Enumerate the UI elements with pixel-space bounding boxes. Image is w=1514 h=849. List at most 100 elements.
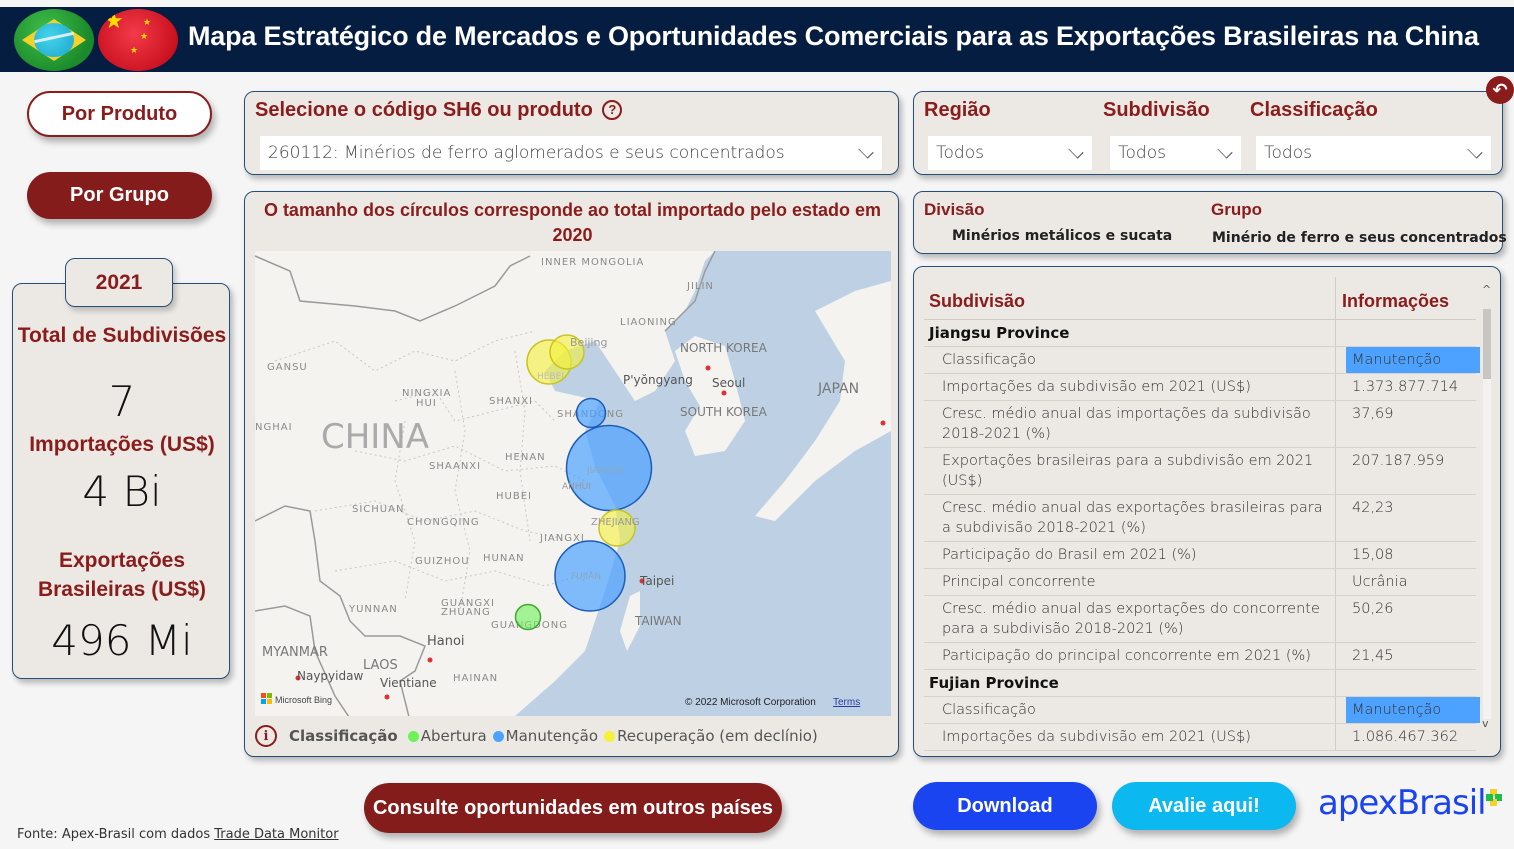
classificacao-dropdown[interactable]: Todos: [1256, 136, 1491, 170]
map-label: HUNAN: [483, 553, 525, 564]
importacoes-label: Importações (US$): [29, 433, 215, 456]
bubble-map[interactable]: INNER MONGOLIA JILIN LIAONING GANSU NING…: [255, 251, 891, 716]
map-label: INNER MONGOLIA: [541, 257, 644, 268]
table-group-row[interactable]: Fujian Province: [924, 670, 1476, 697]
map-label: GANSU: [267, 362, 308, 373]
seoul-dot: [721, 390, 727, 396]
row-value: [1346, 320, 1480, 346]
table-row[interactable]: Exportações brasileiras para a subdivisã…: [924, 448, 1476, 495]
map-label: JILIN: [686, 281, 714, 292]
table-body: Jiangsu Province Classificação Manutenção I…: [924, 320, 1480, 756]
bubble-zhejiang[interactable]: [598, 509, 636, 547]
legend-item-recuperacao: Recuperação (em declínio): [604, 727, 818, 745]
map-label: JIANGSU: [586, 466, 624, 476]
table-row[interactable]: Cresc. médio anual das importações da su…: [924, 401, 1476, 448]
product-dropdown[interactable]: 260112: Minérios de ferro aglomerados e …: [260, 136, 882, 170]
column-header-subdivisao[interactable]: Subdivisão: [929, 291, 1025, 312]
map-label: HEBEI: [537, 372, 564, 382]
exportacoes-value: 496 Mi: [51, 616, 193, 665]
row-label: Cresc. médio anual das exportações brasi…: [942, 500, 1323, 536]
brazil-flag-icon: [14, 9, 94, 71]
row-value: Ucrânia: [1352, 574, 1408, 590]
map-label: LAOS: [363, 658, 398, 673]
map-label: SHANXI: [489, 396, 533, 407]
apexbrasil-mark-icon: [1486, 789, 1502, 806]
row-label: Cresc. médio anual das importações da su…: [942, 406, 1311, 442]
regiao-label: Região: [924, 99, 991, 121]
pyongyang-dot: [705, 365, 711, 371]
table-row[interactable]: Participação do principal concorrente em…: [924, 643, 1476, 670]
tokyo-dot: [880, 420, 886, 426]
map-label: ZHUANG: [441, 607, 491, 618]
table-group-row[interactable]: Jiangsu Province: [924, 320, 1476, 347]
importacoes-value: 4 Bi: [82, 467, 162, 516]
bubble-shandong[interactable]: [575, 397, 607, 429]
map-label: JAPAN: [817, 381, 859, 397]
map-terms-link[interactable]: Terms: [833, 697, 860, 708]
chevron-down-icon: [858, 143, 874, 159]
legend-label: Recuperação (em declínio): [617, 727, 818, 745]
china-flag-icon: ★ ★ ★ ★: [98, 9, 178, 71]
legend-item-abertura: Abertura: [407, 727, 487, 745]
table-row[interactable]: Importações da subdivisão em 2021 (US$) 1…: [924, 374, 1476, 401]
legend-dot-icon: [407, 730, 419, 742]
table-row[interactable]: Classificação Manutenção: [924, 347, 1480, 374]
table-row[interactable]: Participação do Brasil em 2021 (%) 15,08: [924, 542, 1476, 569]
table-row[interactable]: Principal concorrente Ucrânia: [924, 569, 1476, 596]
total-subdivisoes-label: Total de Subdivisões: [17, 324, 227, 347]
subdivisao-label: Subdivisão: [1103, 99, 1210, 121]
table-header: Subdivisão Informações: [924, 277, 1476, 320]
info-icon[interactable]: i: [255, 725, 277, 747]
scroll-down-icon[interactable]: v: [1482, 717, 1489, 730]
legend-dot-icon: [492, 730, 504, 742]
help-icon[interactable]: ?: [602, 99, 623, 120]
scroll-thumb[interactable]: [1483, 309, 1491, 379]
scroll-up-icon[interactable]: ^: [1482, 283, 1491, 296]
chevron-down-icon: [1467, 143, 1483, 159]
trade-data-monitor-link[interactable]: Trade Data Monitor: [214, 827, 338, 842]
row-label: Exportações brasileiras para a subdivisã…: [942, 453, 1314, 489]
subdivision-table: Subdivisão Informações Jiangsu Province C…: [913, 266, 1501, 757]
table-row[interactable]: Classificação Manutenção: [924, 697, 1480, 724]
table-row[interactable]: Cresc. médio anual das exportações brasi…: [924, 495, 1476, 542]
map-label: YUNNAN: [348, 604, 398, 615]
map-label: Hanoi: [427, 634, 465, 649]
map-label: FUJIAN: [571, 572, 601, 582]
map-label: GUIZHOU: [415, 556, 470, 567]
row-value: 207.187.959: [1352, 453, 1445, 469]
map-label: SOUTH KOREA: [680, 405, 768, 419]
consulte-outros-paises-button[interactable]: Consulte oportunidades em outros países: [364, 783, 782, 833]
download-button[interactable]: Download: [913, 782, 1097, 830]
row-label: Importações da subdivisão em 2021 (US$): [942, 729, 1251, 745]
product-filter-title: Selecione o código SH6 ou produto ?: [255, 99, 623, 122]
total-subdivisoes-value: 7: [108, 377, 136, 426]
subdivisao-dropdown[interactable]: Todos: [1110, 136, 1241, 170]
divisao-value: Minérios metálicos e sucata: [952, 228, 1173, 244]
table-scrollbar[interactable]: ^ v: [1480, 281, 1494, 741]
hanoi-dot: [427, 657, 433, 663]
table-row[interactable]: Importações da subdivisão em 2021 (US$) 1…: [924, 724, 1476, 751]
por-produto-button[interactable]: Por Produto: [27, 91, 212, 137]
regiao-dropdown-value: Todos: [936, 143, 984, 163]
year-badge: 2021: [65, 258, 173, 307]
reset-filters-icon[interactable]: ↶: [1486, 76, 1514, 104]
table-row[interactable]: Cresc. médio anual das importações da su…: [924, 751, 1476, 756]
bubble-guangdong[interactable]: [514, 603, 542, 631]
map-label: LIAONING: [620, 317, 677, 328]
table-row[interactable]: Cresc. médio anual das exportações do co…: [924, 596, 1476, 643]
column-header-informacoes[interactable]: Informações: [1342, 291, 1449, 312]
por-grupo-button[interactable]: Por Grupo: [27, 172, 212, 219]
row-value: 50,26: [1352, 601, 1394, 617]
page-title: Mapa Estratégico de Mercados e Oportunid…: [188, 21, 1479, 51]
avalie-button[interactable]: Avalie aqui!: [1112, 782, 1296, 830]
regiao-dropdown[interactable]: Todos: [928, 136, 1092, 170]
map-label: MYANMAR: [262, 645, 328, 660]
map-label: P'yŏngyang: [623, 373, 693, 387]
row-value: 15,08: [1352, 547, 1394, 563]
source-prefix: Fonte: Apex-Brasil com dados: [17, 827, 215, 842]
group-info-panel: Divisão Minérios metálicos e sucata Grup…: [913, 191, 1507, 254]
map-label: CHONGQING: [407, 517, 480, 528]
map-label: HENAN: [505, 452, 546, 463]
map-label: HUI: [416, 398, 437, 409]
kpi-card: Total de Subdivisões 7 Importações (US$)…: [12, 283, 230, 679]
